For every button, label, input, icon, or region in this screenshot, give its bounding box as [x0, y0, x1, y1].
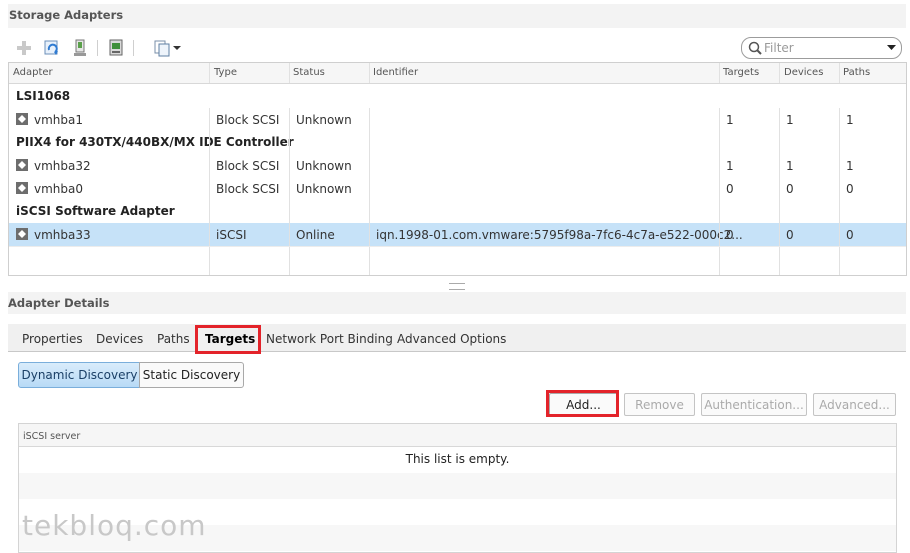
tab-advanced-options[interactable]: Advanced Options — [397, 332, 506, 346]
column-divider — [839, 63, 840, 83]
column-header-paths[interactable]: Paths — [843, 67, 870, 78]
column-divider — [289, 108, 290, 275]
adapter-devices: 0 — [786, 228, 794, 242]
adapter-status: Unknown — [296, 113, 352, 127]
adapter-targets: 0 — [726, 228, 734, 242]
column-header-targets[interactable]: Targets — [723, 67, 759, 78]
column-divider — [779, 108, 780, 275]
column-divider — [369, 108, 370, 275]
watermark: tekbloq.com — [22, 509, 207, 542]
adapter-targets: 1 — [726, 113, 734, 127]
chevron-down-icon[interactable] — [887, 45, 896, 51]
column-divider — [209, 63, 210, 83]
advanced-button[interactable]: Advanced... — [813, 393, 896, 416]
targets-tab-highlight — [195, 325, 261, 354]
remove-button[interactable]: Remove — [624, 393, 695, 416]
refresh-icon[interactable] — [42, 38, 62, 58]
storage-adapters-header — [8, 4, 906, 28]
table-row[interactable]: vmhba32 Block SCSI Unknown 1 1 1 — [9, 154, 906, 177]
pane-splitter-handle[interactable] — [449, 283, 465, 290]
filter-placeholder: Filter — [764, 41, 794, 55]
adapter-status: Unknown — [296, 159, 352, 173]
column-header-type[interactable]: Type — [214, 67, 237, 78]
dynamic-discovery-toggle[interactable]: Dynamic Discovery — [18, 362, 141, 388]
column-divider — [719, 63, 720, 83]
adapter-paths: 1 — [846, 159, 854, 173]
adapter-icon — [16, 228, 28, 240]
tab-properties[interactable]: Properties — [22, 332, 83, 346]
adapter-status: Online — [296, 228, 335, 242]
adapter-type: Block SCSI — [216, 113, 280, 127]
adapter-details-header — [8, 292, 906, 314]
adapter-name: vmhba32 — [34, 159, 91, 173]
empty-list-message: This list is empty. — [405, 452, 510, 466]
table-row-selected[interactable]: vmhba33 iSCSI Online iqn.1998-01.com.vmw… — [9, 223, 906, 246]
toolbar-separator — [97, 40, 98, 56]
column-header-identifier[interactable]: Identifier — [373, 67, 418, 78]
storage-adapters-title: Storage Adapters — [9, 8, 124, 22]
static-discovery-toggle[interactable]: Static Discovery — [139, 362, 244, 388]
group-header: LSI1068 — [16, 89, 71, 103]
adapter-icon — [16, 182, 28, 194]
tab-devices[interactable]: Devices — [96, 332, 143, 346]
iscsi-server-column-header[interactable]: iSCSI server — [19, 424, 896, 447]
adapter-targets: 0 — [726, 182, 734, 196]
details-tab-bar: Properties Devices Paths Targets Network… — [8, 324, 906, 352]
tab-network-port-binding[interactable]: Network Port Binding — [266, 332, 393, 346]
row-divider — [9, 246, 906, 247]
adapter-name: vmhba0 — [34, 182, 84, 196]
adapter-identifier: iqn.1998-01.com.vmware:5795f98a-7fc6-4c7… — [376, 228, 743, 242]
tab-paths[interactable]: Paths — [157, 332, 190, 346]
column-divider — [719, 108, 720, 275]
filter-input[interactable]: Filter — [741, 37, 902, 59]
adapter-status: Unknown — [296, 182, 352, 196]
adapter-details-title: Adapter Details — [8, 296, 110, 310]
rescan-icon[interactable] — [70, 38, 90, 58]
group-header: iSCSI Software Adapter — [16, 204, 175, 218]
search-icon — [748, 41, 762, 55]
column-header-adapter[interactable]: Adapter — [13, 67, 53, 78]
list-row-stripe — [19, 473, 896, 499]
column-divider — [369, 63, 370, 83]
add-icon[interactable] — [14, 38, 34, 58]
adapter-targets: 1 — [726, 159, 734, 173]
adapter-devices: 1 — [786, 113, 794, 127]
actions-icon[interactable] — [153, 38, 183, 58]
adapter-type: Block SCSI — [216, 182, 280, 196]
adapter-icon — [16, 159, 28, 171]
column-divider — [779, 63, 780, 83]
adapter-type: iSCSI — [216, 228, 247, 242]
adapter-paths: 0 — [846, 182, 854, 196]
column-divider — [839, 108, 840, 275]
storage-icon[interactable] — [106, 38, 126, 58]
storage-adapters-table: Adapter Type Status Identifier Targets D… — [8, 62, 907, 276]
column-header-status[interactable]: Status — [293, 67, 325, 78]
adapter-paths: 1 — [846, 113, 854, 127]
adapter-devices: 0 — [786, 182, 794, 196]
adapter-devices: 1 — [786, 159, 794, 173]
adapter-name: vmhba33 — [34, 228, 91, 242]
table-header: Adapter Type Status Identifier Targets D… — [9, 63, 906, 84]
group-header: PIIX4 for 430TX/440BX/MX IDE Controller — [16, 135, 294, 149]
authentication-button[interactable]: Authentication... — [701, 393, 807, 416]
table-row[interactable]: vmhba1 Block SCSI Unknown 1 1 1 — [9, 108, 906, 131]
adapter-type: Block SCSI — [216, 159, 280, 173]
toolbar-separator — [133, 40, 134, 56]
column-divider — [289, 63, 290, 83]
add-button-highlight — [546, 390, 619, 417]
column-divider — [209, 108, 210, 275]
adapter-paths: 0 — [846, 228, 854, 242]
table-row[interactable]: vmhba0 Block SCSI Unknown 0 0 0 — [9, 177, 906, 200]
adapter-name: vmhba1 — [34, 113, 84, 127]
column-header-devices[interactable]: Devices — [784, 67, 823, 78]
adapter-icon — [16, 113, 28, 125]
